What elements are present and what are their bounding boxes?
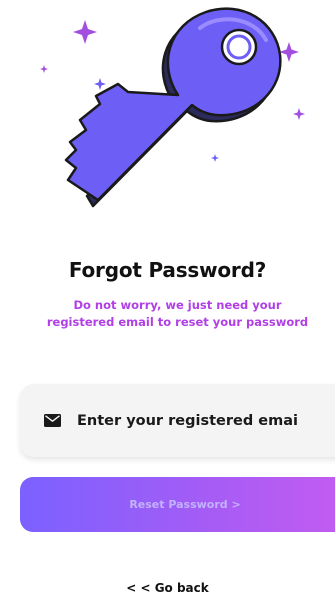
page-subtitle: Do not worry, we just need your register… [20,297,335,331]
email-field[interactable] [20,384,335,457]
email-input[interactable] [77,412,297,429]
go-back-link[interactable]: < < Go back [0,581,335,595]
reset-password-button[interactable]: Reset Password > [20,477,335,532]
mail-icon [44,414,61,427]
subtitle-line-2: registered email to reset your password [46,315,309,329]
subtitle-line-1: Do not worry, we just need your [73,298,282,312]
key-illustration [40,7,305,208]
page-title: Forgot Password? [68,258,267,282]
